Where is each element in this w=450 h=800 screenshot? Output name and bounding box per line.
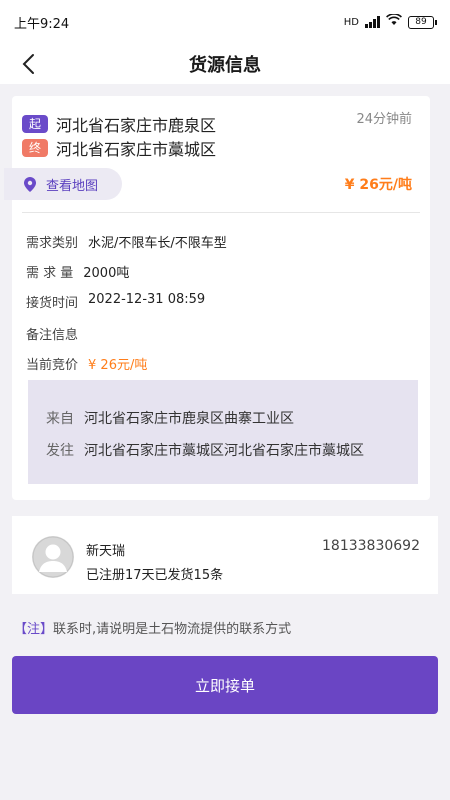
shipper-name: 新天瑞 <box>86 544 126 559</box>
origin-text: 河北省石家庄市鹿泉区 <box>56 116 217 135</box>
avatar <box>32 536 74 578</box>
view-map-button[interactable]: 查看地图 <box>4 168 122 200</box>
location-pin-icon <box>24 176 36 192</box>
from-label: 来自 <box>46 411 74 427</box>
quantity-value: 2000吨 <box>83 266 130 281</box>
wifi-icon <box>386 13 402 30</box>
user-icon <box>32 536 74 578</box>
bid-label: 当前竞价 <box>26 358 79 373</box>
divider <box>22 212 420 213</box>
contact-notice: 【注】联系时,请说明是土石物流提供的联系方式 <box>14 618 291 637</box>
notice-text: 联系时,请说明是土石物流提供的联系方式 <box>53 622 292 637</box>
cargo-card: 起 河北省石家庄市鹿泉区 终 河北省石家庄市藁城区 24分钟前 查看地图 ¥ 2… <box>4 96 430 500</box>
shipper-meta: 已注册17天已发货15条 <box>86 568 224 583</box>
bid-row: 当前竞价 ¥ 26元/吨 <box>26 354 147 373</box>
cargo-price: ¥ 26元/吨 <box>344 177 412 193</box>
destination-row: 终 河北省石家庄市藁城区 <box>22 136 216 160</box>
view-map-label: 查看地图 <box>46 178 99 194</box>
shipper-phone[interactable]: 18133830692 <box>322 538 420 554</box>
to-address-row: 发往 河北省石家庄市藁城区河北省石家庄市藁城区 <box>46 440 364 460</box>
chevron-left-icon <box>22 54 34 74</box>
pickup-row: 接货时间 2022-12-31 08:59 <box>26 292 205 311</box>
nav-bar: 货源信息 <box>0 44 450 84</box>
pickup-label: 接货时间 <box>26 296 79 311</box>
status-bar: 上午9:24 HD 89 <box>0 0 450 44</box>
to-label: 发往 <box>46 443 74 459</box>
quantity-row: 需 求 量 2000吨 <box>26 262 129 281</box>
pickup-value: 2022-12-31 08:59 <box>88 292 206 307</box>
from-value: 河北省石家庄市鹿泉区曲寨工业区 <box>84 411 294 427</box>
status-icons: HD 89 <box>343 13 437 30</box>
notice-tag: 【注】 <box>14 622 54 637</box>
start-tag: 起 <box>22 115 48 133</box>
address-box: 来自 河北省石家庄市鹿泉区曲寨工业区 发往 河北省石家庄市藁城区河北省石家庄市藁… <box>28 380 418 484</box>
shipper-card: 新天瑞 已注册17天已发货15条 18133830692 <box>12 516 438 594</box>
to-value: 河北省石家庄市藁城区河北省石家庄市藁城区 <box>84 443 364 459</box>
quantity-label: 需 求 量 <box>26 266 74 281</box>
posted-time: 24分钟前 <box>356 112 412 127</box>
category-value: 水泥/不限车长/不限车型 <box>88 236 227 251</box>
category-row: 需求类别 水泥/不限车长/不限车型 <box>26 232 227 251</box>
end-tag: 终 <box>22 139 48 157</box>
from-address-row: 来自 河北省石家庄市鹿泉区曲寨工业区 <box>46 408 294 428</box>
signal-icon <box>365 16 380 28</box>
bid-value: ¥ 26元/吨 <box>88 358 148 373</box>
network-type: HD <box>343 16 359 28</box>
origin-row: 起 河北省石家庄市鹿泉区 <box>22 112 216 136</box>
battery-icon: 89 <box>408 15 437 29</box>
accept-order-button[interactable]: 立即接单 <box>12 656 438 714</box>
back-button[interactable] <box>14 50 42 78</box>
category-label: 需求类别 <box>26 236 79 251</box>
page-title: 货源信息 <box>189 55 261 76</box>
remark-row: 备注信息 <box>26 324 78 343</box>
status-time: 上午9:24 <box>14 16 70 32</box>
remark-label: 备注信息 <box>26 328 79 343</box>
destination-text: 河北省石家庄市藁城区 <box>56 140 217 159</box>
